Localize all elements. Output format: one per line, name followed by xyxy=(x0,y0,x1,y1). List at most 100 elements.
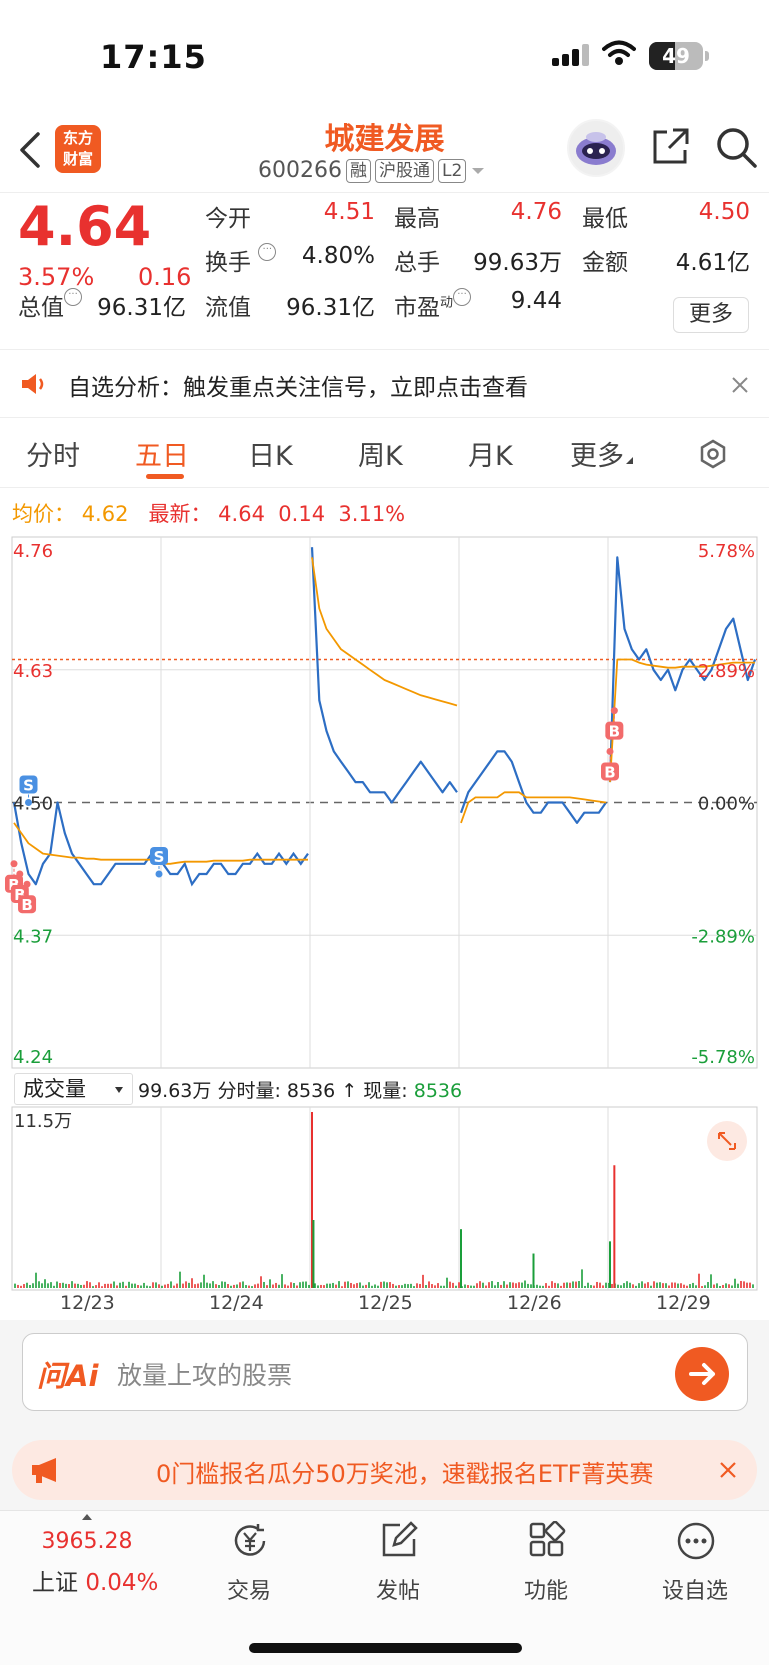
search-icon[interactable] xyxy=(715,126,757,168)
ai-search-placeholder: 放量上攻的股票 xyxy=(117,1361,293,1390)
tag-margin: 融 xyxy=(345,158,371,183)
amount-label: 金额 xyxy=(582,250,628,276)
grid-apps-icon xyxy=(529,1521,566,1557)
price-tick-label: 4.76 xyxy=(13,541,53,562)
change-amount: 0.16 xyxy=(138,263,192,291)
tab-weekly-k[interactable]: 周K xyxy=(358,434,403,473)
five-day-price-chart[interactable]: SSBBBBB4.76 5.78%4.63 2.89%4.50 0.00%4.37 -2… xyxy=(0,535,769,1070)
marker-dot xyxy=(23,880,31,888)
price-tick-label: 4.50 xyxy=(13,794,53,815)
ai-logo: 问Ai xyxy=(37,1359,99,1393)
caret-up-icon xyxy=(82,1514,92,1520)
float-cap-value: 96.31亿 xyxy=(286,295,375,321)
close-icon[interactable] xyxy=(720,1462,736,1478)
date-axis: 12/23 12/24 12/25 12/26 12/29 xyxy=(0,1292,769,1320)
nav-add-watchlist-label: 设自选 xyxy=(661,1579,728,1604)
marker-dot xyxy=(606,747,614,755)
tag-connect: 沪股通 xyxy=(374,158,434,183)
stock-code-row[interactable]: 600266 融 沪股通 L2 xyxy=(258,158,486,183)
avg-label: 均价： xyxy=(12,502,75,526)
ai-search-box[interactable]: 问Ai 放量上攻的股票 xyxy=(22,1333,748,1411)
quote-panel: 4.64 3.57% 0.16 今开 4.51 最高 4.76 最低 4.50 … xyxy=(0,192,769,350)
volume-info-row: 成交量 99.63万 分时量: 8536 ↑ 现量: 8536 xyxy=(14,1073,754,1105)
date-label: 12/26 xyxy=(507,1292,562,1314)
go-button[interactable] xyxy=(675,1347,729,1401)
pe-label: 市盈动··· xyxy=(394,288,472,322)
megaphone-icon xyxy=(32,1458,56,1483)
now-volume-value: 8536 xyxy=(413,1080,463,1102)
high-value: 4.76 xyxy=(510,199,562,225)
tab-intraday[interactable]: 分时 xyxy=(26,434,80,473)
trade-yen-icon xyxy=(234,1524,266,1556)
change-percent: 3.57% xyxy=(18,263,95,291)
info-icon[interactable]: ··· xyxy=(64,288,82,306)
high-label: 最高 xyxy=(394,206,440,232)
buy-marker-label: B xyxy=(21,896,32,914)
home-indicator xyxy=(249,1643,522,1653)
low-value: 4.50 xyxy=(698,199,750,225)
up-arrow-icon: ↑ xyxy=(341,1080,358,1102)
now-volume-label: 现量: xyxy=(363,1080,408,1102)
volume-frame xyxy=(11,1106,758,1291)
current-price: 4.64 xyxy=(18,195,152,258)
active-tab-indicator xyxy=(146,474,184,479)
marker-dot xyxy=(16,870,24,878)
tab-monthly-k[interactable]: 月K xyxy=(468,434,513,473)
latest-label: 最新： xyxy=(148,502,212,526)
float-cap-label: 流值 xyxy=(205,295,251,321)
info-icon[interactable]: ··· xyxy=(258,243,277,261)
marker-dot xyxy=(610,707,618,715)
analysis-notice[interactable]: 自选分析：触发重点关注信号，立即点击查看 xyxy=(0,352,769,418)
share-icon[interactable] xyxy=(651,126,691,166)
marker-dot xyxy=(155,870,163,878)
info-icon[interactable]: ··· xyxy=(453,288,472,306)
battery-nub xyxy=(705,51,709,61)
marker-dot xyxy=(10,860,18,868)
low-label: 最低 xyxy=(582,206,628,232)
avg-price-line xyxy=(13,822,159,861)
close-icon[interactable] xyxy=(732,377,748,393)
price-line xyxy=(162,851,309,887)
volume-chart[interactable]: 11.5万 xyxy=(0,1105,769,1292)
turnover-label: 换手 ··· xyxy=(205,243,277,277)
caret-icon xyxy=(626,457,633,464)
price-tick-label: 4.24 xyxy=(13,1047,53,1068)
stock-header: 东方 财富 城建发展 600266 融 沪股通 L2 xyxy=(0,110,769,192)
fen-volume-value: 8536 xyxy=(286,1080,336,1102)
price-line xyxy=(459,750,607,824)
wifi-icon xyxy=(602,40,636,65)
price-line xyxy=(12,801,159,886)
date-label: 12/24 xyxy=(209,1292,264,1314)
nav-trade-label: 交易 xyxy=(226,1579,271,1604)
status-bar: 17:15 49 xyxy=(0,0,769,110)
settings-gear-icon[interactable] xyxy=(697,438,729,470)
sell-marker-label: S xyxy=(23,777,34,795)
promo-banner[interactable]: 0门槛报名瓜分50万奖池，速戳报名ETF菁英赛 xyxy=(12,1440,757,1500)
date-label: 12/23 xyxy=(60,1292,115,1314)
latest-pct: 3.11% xyxy=(338,502,406,526)
date-label: 12/25 xyxy=(358,1292,413,1314)
battery-icon: 49 xyxy=(649,42,703,70)
ai-robot-avatar[interactable] xyxy=(567,119,625,177)
expand-icon[interactable] xyxy=(707,1121,747,1161)
cellular-signal-icon xyxy=(552,44,589,66)
nav-functions-label: 功能 xyxy=(523,1579,568,1604)
indicator-selector[interactable]: 成交量 xyxy=(14,1073,133,1105)
tab-more[interactable]: 更多 xyxy=(570,434,634,473)
open-value: 4.51 xyxy=(323,199,375,225)
percent-tick-label: 2.89% xyxy=(698,661,755,682)
dropdown-arrow-icon xyxy=(115,1087,123,1093)
more-button[interactable]: 更多 xyxy=(673,297,749,333)
volume-label: 总手 xyxy=(394,250,440,276)
tab-daily-k[interactable]: 日K xyxy=(248,434,293,473)
volume-max-label: 11.5万 xyxy=(14,1111,72,1132)
speaker-icon xyxy=(22,374,44,394)
date-label: 12/29 xyxy=(656,1292,711,1314)
market-cap-value: 96.31亿 xyxy=(97,295,186,321)
chart-tabs: 分时 五日 日K 周K 月K 更多 xyxy=(0,418,769,488)
tab-five-day[interactable]: 五日 xyxy=(135,434,189,473)
avg-price-line xyxy=(460,791,607,824)
price-line xyxy=(310,547,458,804)
dropdown-caret-icon xyxy=(472,167,485,174)
status-time: 17:15 xyxy=(100,38,207,76)
